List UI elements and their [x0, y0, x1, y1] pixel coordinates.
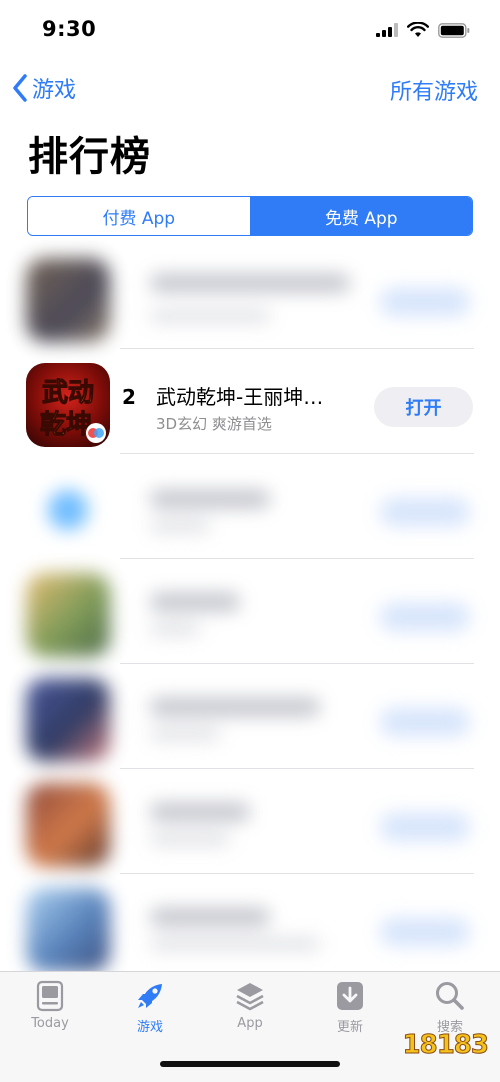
list-item-blurred[interactable]	[0, 874, 500, 979]
tab-apps[interactable]: App	[200, 980, 300, 1031]
download-icon	[337, 982, 363, 1010]
list-item-blurred[interactable]	[0, 244, 500, 349]
tab-label: Today	[31, 1016, 69, 1031]
wifi-icon	[407, 22, 429, 37]
chevron-left-icon	[13, 74, 27, 102]
status-icons	[376, 22, 470, 38]
icon-text-top: 武动	[42, 378, 94, 408]
status-time: 9:30	[42, 17, 97, 41]
tab-games[interactable]: 游戏	[100, 980, 200, 1035]
back-label: 游戏	[32, 78, 77, 103]
tab-search[interactable]: 搜索	[400, 980, 500, 1035]
list-item-featured[interactable]: 武动 乾坤 2 武动乾坤-王丽坤… 3D玄幻 爽游首选 打开	[0, 349, 500, 454]
search-icon	[436, 982, 464, 1010]
tab-today[interactable]: Today	[0, 980, 100, 1031]
tab-label: App	[237, 1016, 263, 1031]
tab-label: 游戏	[136, 1020, 163, 1035]
app-name[interactable]: 武动乾坤-王丽坤…	[156, 381, 356, 410]
tab-updates[interactable]: 更新	[300, 980, 400, 1035]
layers-icon	[236, 983, 264, 1011]
open-button[interactable]: 打开	[374, 387, 473, 427]
home-indicator	[160, 1061, 340, 1067]
segment-paid-apps[interactable]: 付费 App	[28, 197, 251, 235]
page-title: 排行榜	[28, 134, 151, 180]
battery-icon	[438, 22, 470, 38]
ranking-list: 武动 乾坤 2 武动乾坤-王丽坤… 3D玄幻 爽游首选 打开	[0, 244, 500, 979]
list-item-blurred[interactable]	[0, 664, 500, 769]
status-bar: 9:30	[0, 0, 500, 60]
today-icon	[36, 980, 64, 1012]
list-item-blurred[interactable]	[0, 559, 500, 664]
signal-icon	[376, 23, 398, 37]
list-item-blurred[interactable]	[0, 454, 500, 559]
app-subtitle: 3D玄幻 爽游首选	[156, 415, 272, 433]
chart-type-segmented-control: 付费 App 免费 App	[27, 196, 473, 236]
rank-number: 2	[122, 385, 136, 409]
icon-text-bottom: 乾坤	[40, 410, 92, 440]
all-games-link[interactable]: 所有游戏	[390, 74, 478, 106]
list-item-blurred[interactable]	[0, 769, 500, 874]
rocket-icon	[138, 984, 162, 1008]
app-icon[interactable]: 武动 乾坤	[26, 363, 110, 447]
back-button[interactable]: 游戏	[12, 72, 76, 104]
segment-free-apps[interactable]: 免费 App	[250, 197, 472, 235]
watermark-logo: 18183	[402, 1030, 489, 1061]
navigation-bar: 游戏 所有游戏	[0, 68, 500, 112]
app-icon-art: 武动 乾坤	[39, 378, 106, 443]
tab-label: 更新	[336, 1020, 363, 1035]
